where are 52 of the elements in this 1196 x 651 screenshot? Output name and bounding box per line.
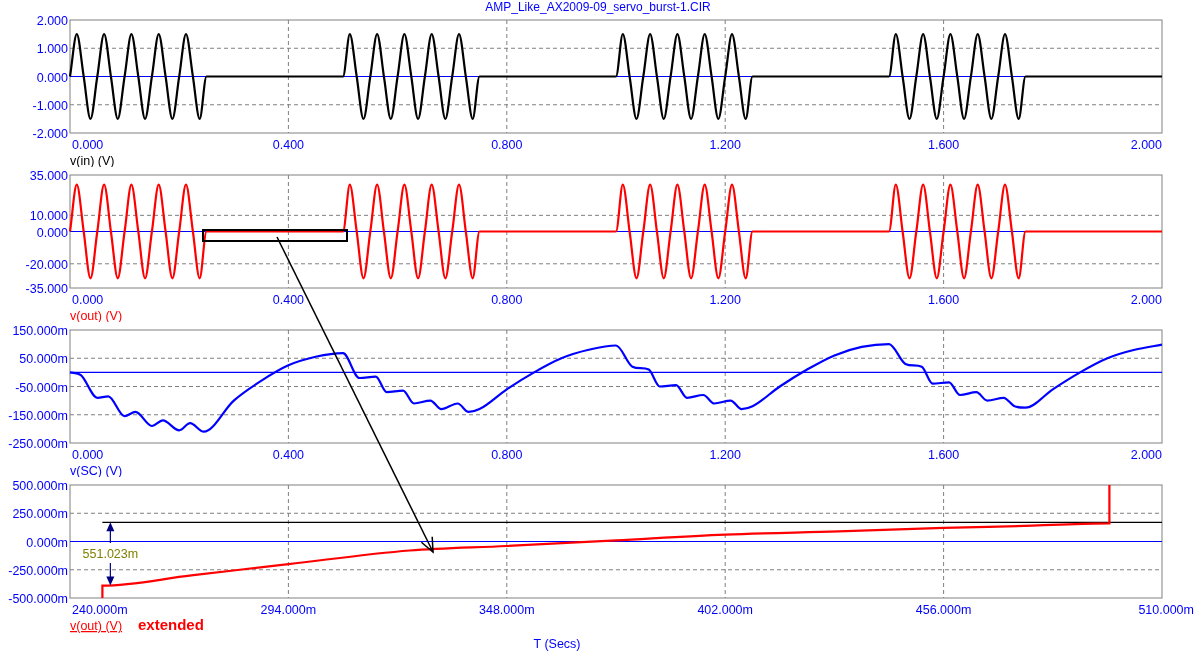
y-tick-label: -250.000m	[8, 563, 68, 578]
x-tick-label: 1.600	[927, 138, 960, 152]
x-tick-label: 402.000m	[697, 603, 753, 617]
x-tick-label: 0.000	[72, 293, 104, 307]
x-tick-label: 0.000	[72, 138, 104, 152]
y-tick-label: 1.000	[36, 42, 68, 57]
x-tick-label: 294.000m	[260, 603, 317, 617]
x-tick-label: 510.000m	[1138, 603, 1194, 617]
x-tick-label: 1.600	[927, 293, 960, 307]
y-tick-label: 35.000	[29, 169, 68, 183]
x-tick-label: 0.000	[72, 448, 104, 462]
x-tick-label: 0.400	[272, 293, 305, 307]
trace-label: v(SC) (V)	[70, 464, 123, 477]
x-tick-label: 240.000m	[72, 603, 128, 617]
y-tick-label: -500.000m	[8, 592, 68, 606]
y-tick-label: -50.000m	[15, 380, 68, 395]
y-tick-label: 50.000m	[19, 352, 68, 367]
x-tick-label: 0.400	[272, 138, 305, 152]
x-tick-label: 456.000m	[915, 603, 972, 617]
x-tick-label: 0.800	[491, 138, 523, 152]
plot-title: AMP_Like_AX2009-09_servo_burst-1.CIR	[484, 0, 712, 12]
trace-label: v(in) (V)	[70, 154, 115, 167]
y-tick-label: 10.000	[29, 209, 68, 224]
y-tick-label: 0.000	[36, 70, 68, 85]
y-tick-label: -150.000m	[8, 408, 68, 423]
y-tick-label: -2.000	[32, 127, 68, 141]
trace-label: v(out) (V)	[70, 619, 123, 633]
x-tick-label: 2.000	[1130, 448, 1162, 462]
x-tick-label: 1.200	[709, 293, 741, 307]
x-tick-label: 348.000m	[479, 603, 535, 617]
y-tick-label: 500.000m	[12, 479, 68, 493]
x-tick-label: 0.400	[272, 448, 305, 462]
x-tick-label: 1.200	[709, 138, 741, 152]
x-tick-label: 0.800	[491, 293, 523, 307]
x-axis-title: T (Secs)	[533, 637, 581, 651]
dimension-label: 551.023m	[82, 546, 139, 561]
y-tick-label: -1.000	[32, 98, 68, 113]
y-tick-label: 0.000	[36, 225, 68, 240]
y-tick-label: 0.000m	[26, 535, 68, 550]
x-tick-label: 2.000	[1130, 293, 1162, 307]
y-tick-label: 250.000m	[12, 507, 68, 522]
y-tick-label: 2.000	[36, 14, 68, 28]
y-tick-label: -250.000m	[8, 437, 68, 451]
y-tick-label: -20.000	[25, 257, 68, 272]
y-tick-label: -35.000	[25, 282, 68, 296]
trace-label: v(out) (V)	[70, 309, 123, 322]
x-tick-label: 2.000	[1130, 138, 1162, 152]
x-tick-label: 1.600	[927, 448, 960, 462]
y-tick-label: 150.000m	[12, 324, 68, 338]
x-tick-label: 0.800	[491, 448, 523, 462]
trace-note: extended	[138, 616, 204, 633]
x-tick-label: 1.200	[709, 448, 741, 462]
